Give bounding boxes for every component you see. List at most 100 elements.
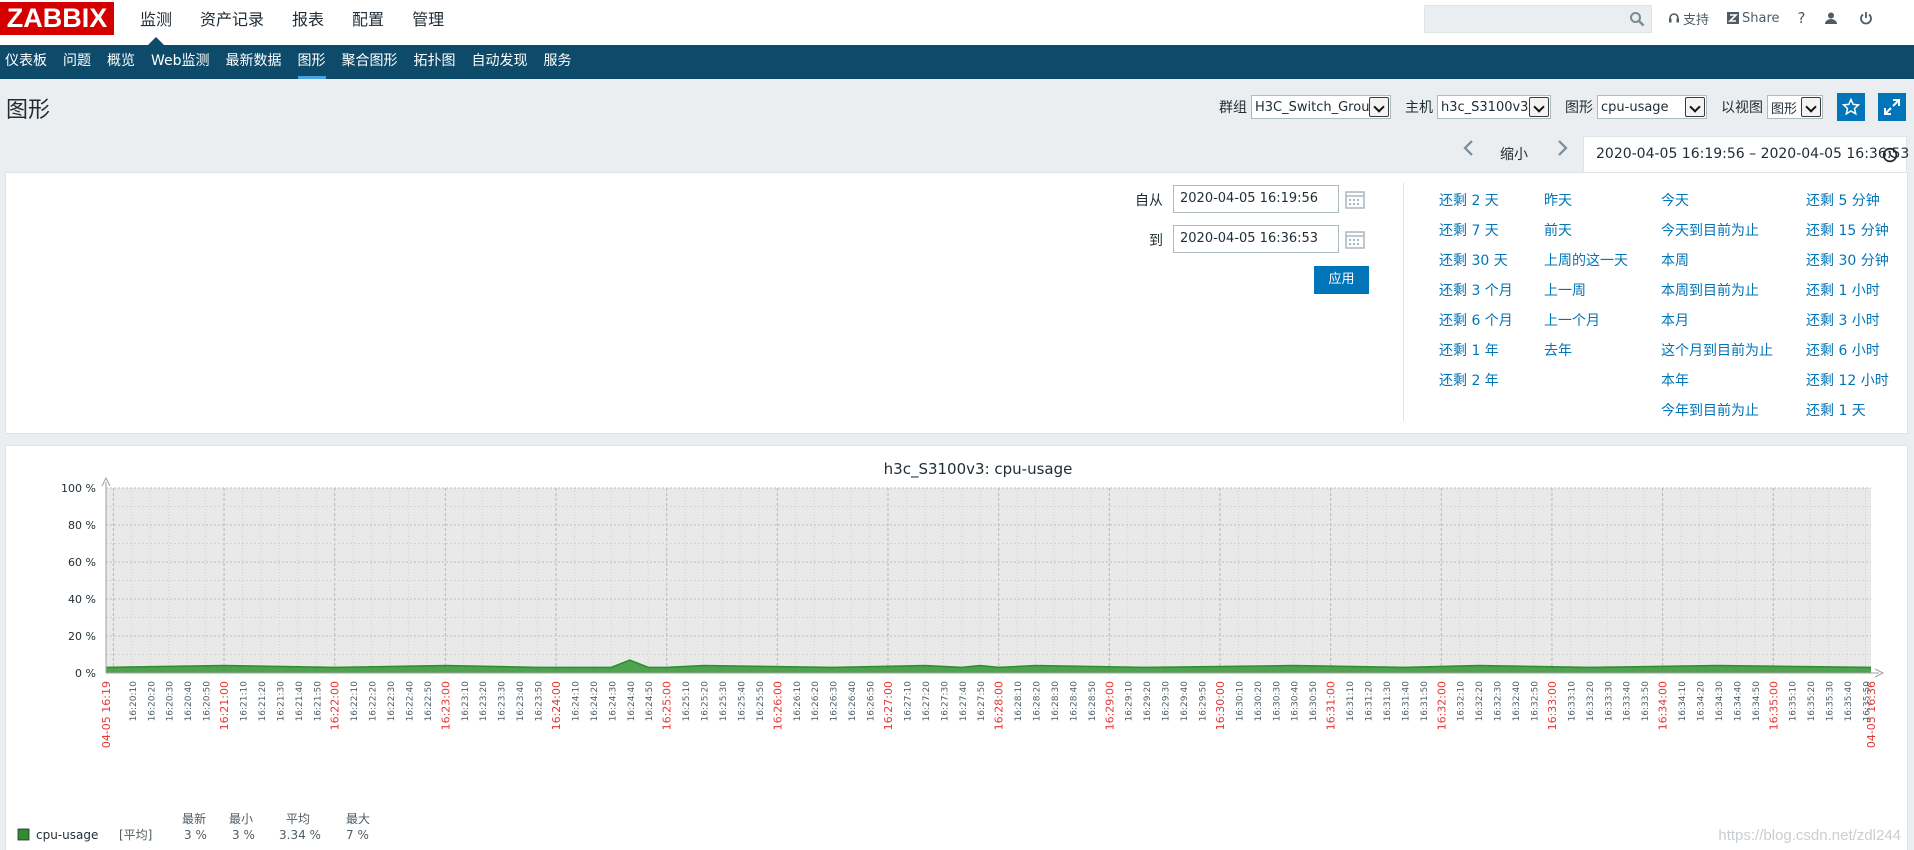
- submenu-latest-data[interactable]: 最新数据: [221, 45, 293, 79]
- quick-range-link[interactable]: 还剩 6 个月: [1439, 310, 1513, 330]
- quick-range-link[interactable]: 本周到目前为止: [1661, 280, 1759, 300]
- quick-range-link[interactable]: 前天: [1544, 220, 1572, 240]
- submenu-discovery[interactable]: 自动发现: [467, 45, 539, 79]
- calendar-icon[interactable]: [1344, 188, 1366, 210]
- quick-range-link[interactable]: 本月: [1661, 310, 1689, 330]
- share-link[interactable]: Share: [1727, 11, 1780, 26]
- user-profile[interactable]: [1824, 11, 1841, 25]
- legend-header-max: 最大: [346, 812, 370, 826]
- quick-range-link[interactable]: 上一周: [1544, 280, 1586, 300]
- time-range-tab[interactable]: 2020-04-05 16:19:56 – 2020-04-05 16:36:5…: [1583, 136, 1909, 172]
- x-second-label: 16:33:40: [1623, 681, 1633, 722]
- add-to-favorites-button[interactable]: [1837, 93, 1865, 121]
- graph-select-value: cpu-usage: [1601, 99, 1669, 115]
- support-link[interactable]: 支持: [1668, 9, 1709, 28]
- menu-configuration[interactable]: 配置: [338, 0, 398, 45]
- search-input[interactable]: [1425, 6, 1625, 32]
- quick-range-link[interactable]: 昨天: [1544, 190, 1572, 210]
- submenu-problems[interactable]: 问题: [58, 45, 102, 79]
- title-bar: 图形 群组 H3C_Switch_Group 主机 h3c_S3100v3 图形…: [0, 80, 1914, 128]
- x-minute-label: 16:21:00: [218, 681, 231, 730]
- x-second-label: 16:34:40: [1733, 681, 1743, 722]
- group-label: 群组: [1219, 100, 1247, 116]
- x-second-label: 16:26:40: [848, 681, 858, 722]
- quick-range-link[interactable]: 本周: [1661, 250, 1689, 270]
- submenu-services[interactable]: 服务: [539, 45, 583, 79]
- submenu-screens[interactable]: 聚合图形: [337, 45, 409, 79]
- quick-range-link[interactable]: 还剩 3 个月: [1439, 280, 1513, 300]
- menu-inventory[interactable]: 资产记录: [186, 0, 278, 45]
- submenu-overview[interactable]: 概览: [102, 45, 146, 79]
- x-second-label: 16:27:50: [977, 681, 987, 722]
- search-icon[interactable]: [1629, 11, 1645, 27]
- x-second-label: 16:35:50: [1862, 681, 1872, 722]
- menu-administration[interactable]: 管理: [398, 0, 458, 45]
- quick-range-link[interactable]: 本年: [1661, 370, 1689, 390]
- time-filter-panel: 自从 2020-04-05 16:19:56 到 2020-04-05 16:3…: [5, 172, 1908, 434]
- quick-range-link[interactable]: 今年到目前为止: [1661, 400, 1759, 420]
- calendar-icon[interactable]: [1344, 228, 1366, 250]
- quick-range-link[interactable]: 还剩 30 分钟: [1806, 250, 1889, 270]
- x-second-label: 16:28:30: [1051, 681, 1061, 722]
- quick-range-link[interactable]: 还剩 1 年: [1439, 340, 1499, 360]
- cpu-usage-graph[interactable]: h3c_S3100v3: cpu-usage 100 % 80 % 60 % 4…: [6, 446, 1908, 850]
- x-second-label: 16:26:10: [793, 681, 803, 722]
- quick-range-link[interactable]: 还剩 15 分钟: [1806, 220, 1889, 240]
- x-second-label: 16:31:30: [1383, 681, 1393, 722]
- fullscreen-button[interactable]: [1878, 93, 1906, 121]
- apply-button[interactable]: 应用: [1314, 266, 1369, 294]
- quick-range-link[interactable]: 还剩 5 分钟: [1806, 190, 1880, 210]
- x-second-label: 16:30:10: [1235, 681, 1245, 722]
- quick-range-link[interactable]: 上周的这一天: [1544, 250, 1628, 270]
- x-minute-label: 16:28:00: [993, 681, 1006, 730]
- quick-range-link[interactable]: 这个月到目前为止: [1661, 340, 1773, 360]
- x-second-label: 16:25:30: [719, 681, 729, 722]
- to-input[interactable]: 2020-04-05 16:36:53: [1173, 225, 1339, 253]
- zoom-out-button[interactable]: 缩小: [1500, 144, 1528, 164]
- quick-range-link[interactable]: 还剩 2 天: [1439, 190, 1499, 210]
- plot-area: [101, 476, 1885, 678]
- quick-range-link[interactable]: 还剩 3 小时: [1806, 310, 1880, 330]
- help-link[interactable]: ?: [1798, 9, 1806, 27]
- quick-range-link[interactable]: 去年: [1544, 340, 1572, 360]
- x-second-label: 16:24:40: [627, 681, 637, 722]
- quick-range-link[interactable]: 还剩 1 天: [1806, 400, 1866, 420]
- x-second-label: 16:27:30: [940, 681, 950, 722]
- signout-button[interactable]: [1859, 11, 1876, 25]
- quick-range-link[interactable]: 还剩 7 天: [1439, 220, 1499, 240]
- y-tick-label: 60 %: [68, 556, 96, 569]
- x-second-label: 16:30:40: [1291, 681, 1301, 722]
- chevron-down-icon: [1529, 97, 1549, 117]
- group-select[interactable]: H3C_Switch_Group: [1251, 95, 1391, 119]
- x-second-label: 16:32:30: [1494, 681, 1504, 722]
- host-select[interactable]: h3c_S3100v3: [1437, 95, 1551, 119]
- graph-select[interactable]: cpu-usage: [1597, 95, 1707, 119]
- quick-range-link[interactable]: 上一个月: [1544, 310, 1600, 330]
- chevron-left-icon[interactable]: [1462, 138, 1476, 158]
- from-input[interactable]: 2020-04-05 16:19:56: [1173, 185, 1339, 213]
- chevron-right-icon[interactable]: [1555, 138, 1569, 158]
- view-select[interactable]: 图形: [1767, 95, 1823, 119]
- menu-monitoring[interactable]: 监测: [126, 0, 186, 45]
- share-logo-icon: [1727, 12, 1740, 24]
- quick-range-link[interactable]: 今天: [1661, 190, 1689, 210]
- headset-icon: [1669, 13, 1679, 23]
- x-second-label: 16:33:30: [1604, 681, 1614, 722]
- x-second-label: 16:28:40: [1069, 681, 1079, 722]
- x-minute-label: 16:32:00: [1435, 681, 1448, 730]
- submenu-dashboard[interactable]: 仪表板: [0, 45, 58, 79]
- x-second-label: 16:23:10: [461, 681, 471, 722]
- menu-reports[interactable]: 报表: [278, 0, 338, 45]
- quick-range-link[interactable]: 还剩 30 天: [1439, 250, 1508, 270]
- quick-range-link[interactable]: 还剩 6 小时: [1806, 340, 1880, 360]
- submenu-graphs[interactable]: 图形: [293, 45, 337, 79]
- quick-range-link[interactable]: 今天到目前为止: [1661, 220, 1759, 240]
- zabbix-logo[interactable]: ZABBIX: [0, 2, 114, 35]
- y-tick-label: 0 %: [75, 667, 96, 680]
- quick-range-link[interactable]: 还剩 2 年: [1439, 370, 1499, 390]
- quick-range-link[interactable]: 还剩 12 小时: [1806, 370, 1889, 390]
- quick-range-link[interactable]: 还剩 1 小时: [1806, 280, 1880, 300]
- submenu-maps[interactable]: 拓扑图: [409, 45, 467, 79]
- x-second-label: 16:22:20: [369, 681, 379, 722]
- submenu-web[interactable]: Web监测: [146, 45, 221, 79]
